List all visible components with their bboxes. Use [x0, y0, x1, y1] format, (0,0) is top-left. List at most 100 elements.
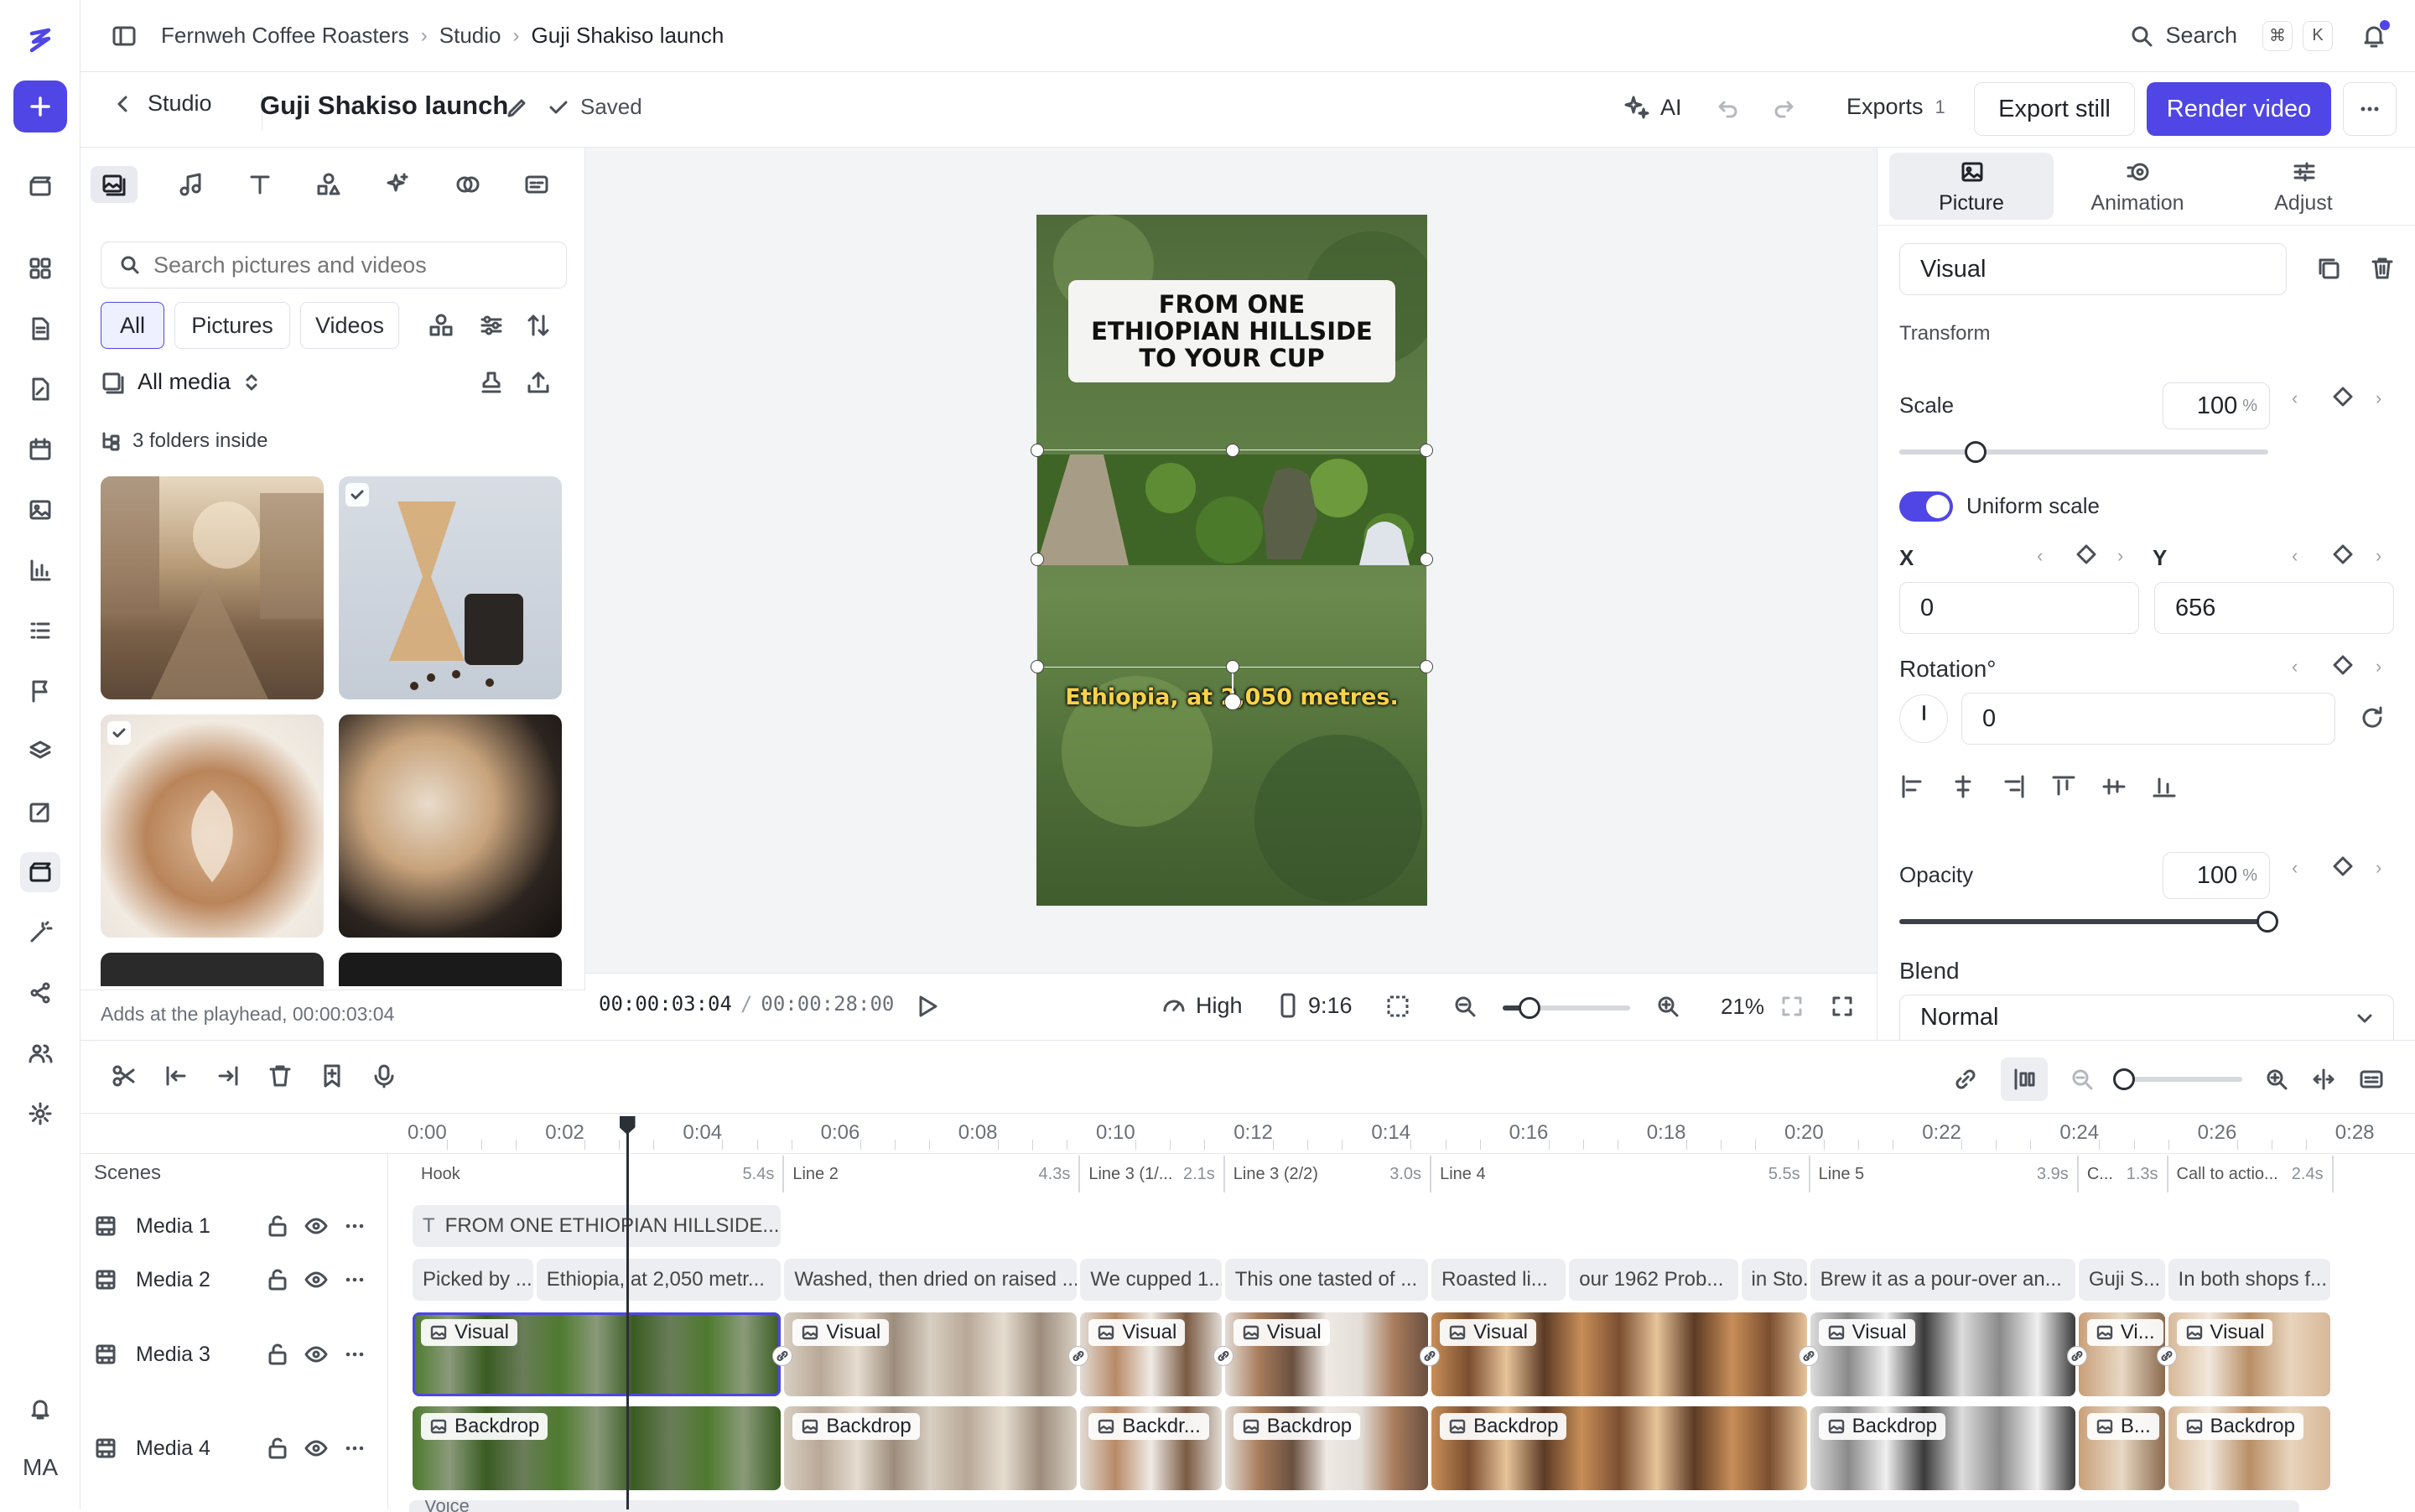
export-still-button[interactable]: Export still — [1974, 82, 2135, 136]
trash-icon[interactable] — [2369, 255, 2396, 282]
more-horizontal-icon[interactable] — [342, 1267, 367, 1292]
y-input[interactable]: 656 — [2154, 582, 2394, 634]
filter-pictures[interactable]: Pictures — [174, 302, 290, 349]
microphone-icon[interactable] — [371, 1063, 397, 1089]
caption-clip[interactable]: This one tasted of ... — [1225, 1259, 1428, 1301]
voice-track-clip[interactable]: Voice — [409, 1500, 2299, 1512]
scale-input[interactable]: 100% — [2163, 382, 2270, 429]
aspect-select[interactable]: 9:16 — [1276, 992, 1353, 1019]
bell-icon[interactable] — [20, 1389, 60, 1429]
visual-clip[interactable]: Visual — [1225, 1312, 1428, 1396]
playhead[interactable] — [626, 1116, 629, 1509]
next-keyframe-icon[interactable]: › — [2376, 387, 2381, 409]
captions-tab-icon[interactable] — [513, 166, 560, 203]
more-options-button[interactable] — [2343, 82, 2397, 136]
backdrop-clip[interactable]: Backdrop — [1431, 1406, 1807, 1490]
safe-area-icon[interactable] — [1385, 994, 1410, 1019]
selected-check-icon[interactable] — [345, 483, 369, 507]
fit-timeline-icon[interactable] — [2311, 1067, 2336, 1092]
eye-icon[interactable] — [304, 1342, 329, 1367]
more-horizontal-icon[interactable] — [342, 1342, 367, 1367]
chart-icon[interactable] — [20, 550, 60, 590]
caption-clip[interactable]: Ethiopia, at 2,050 metr... — [537, 1259, 782, 1301]
next-keyframe-icon[interactable]: › — [2376, 545, 2381, 567]
redo-icon[interactable] — [1771, 96, 1796, 121]
lock-icon[interactable] — [265, 1436, 290, 1461]
backdrop-clip[interactable]: B... — [2079, 1406, 2165, 1490]
link-icon[interactable] — [1952, 1066, 1979, 1093]
media-search-input[interactable] — [153, 252, 539, 278]
zoom-in-icon[interactable] — [1655, 994, 1680, 1019]
transition-icon[interactable] — [2067, 1346, 2087, 1366]
selected-visual-layer[interactable] — [1036, 455, 1427, 565]
scissors-icon[interactable] — [111, 1063, 138, 1089]
shapes-filter-icon[interactable] — [428, 312, 454, 339]
audio-tab-icon[interactable] — [168, 166, 215, 203]
media-thumb-cappuccino[interactable] — [339, 714, 562, 938]
prev-keyframe-icon[interactable]: ‹ — [2037, 545, 2043, 567]
back-to-studio-button[interactable]: Studio — [112, 91, 212, 117]
x-input[interactable]: 0 — [1899, 582, 2139, 634]
media-thumb-street-cafe[interactable] — [101, 476, 324, 699]
opacity-slider[interactable] — [1899, 919, 2268, 924]
caption-clip[interactable]: Roasted li... — [1431, 1259, 1566, 1301]
folders-info[interactable]: 3 folders inside — [101, 429, 267, 453]
more-horizontal-icon[interactable] — [342, 1436, 367, 1461]
effects-tab-icon[interactable] — [374, 166, 421, 203]
render-video-button[interactable]: Render video — [2147, 82, 2331, 136]
align-left-icon[interactable] — [1899, 773, 1926, 800]
transition-icon[interactable] — [1420, 1346, 1440, 1366]
eye-icon[interactable] — [304, 1267, 329, 1292]
scene-segment[interactable]: Line 45.5s — [1431, 1156, 1810, 1192]
notifications-icon[interactable] — [2360, 22, 2388, 50]
delete-clip-icon[interactable] — [267, 1063, 293, 1089]
caption-clip[interactable]: In both shops f... — [2168, 1259, 2330, 1301]
blend-select[interactable]: Normal — [1899, 995, 2394, 1040]
breadcrumb-studio[interactable]: Studio — [439, 23, 501, 49]
scene-segment[interactable]: Line 53.9s — [1810, 1156, 2079, 1192]
scene-segment[interactable]: Line 3 (2/2)3.0s — [1225, 1156, 1431, 1192]
media-tab-icon[interactable] — [91, 166, 138, 203]
caption-clip[interactable]: Brew it as a pour-over an... — [1810, 1259, 2075, 1301]
align-center-h-icon[interactable] — [1950, 773, 1976, 800]
align-top-icon[interactable] — [2050, 773, 2077, 800]
fullscreen-icon[interactable] — [1830, 994, 1855, 1019]
keyframe-diamond-icon[interactable] — [2075, 543, 2097, 565]
transition-icon[interactable] — [1213, 1346, 1233, 1366]
magic-wand-icon[interactable] — [20, 912, 60, 953]
dashboard-icon[interactable] — [20, 248, 60, 288]
stamp-icon[interactable] — [478, 369, 505, 396]
captions-icon[interactable] — [2358, 1066, 2385, 1093]
inspector-tab-animation[interactable]: Animation — [2055, 153, 2220, 220]
zoom-percent[interactable]: 21% — [1721, 994, 1764, 1020]
scene-segment[interactable]: Call to actio...2.4s — [2168, 1156, 2334, 1192]
prev-keyframe-icon[interactable]: ‹ — [2292, 545, 2298, 567]
media-thumb-partial-2[interactable] — [339, 953, 562, 986]
visual-clip[interactable]: Visual — [2168, 1312, 2330, 1396]
next-keyframe-icon[interactable]: › — [2117, 545, 2123, 567]
video-canvas[interactable]: FROM ONE ETHIOPIAN HILLSIDE TO YOUR CUP … — [1036, 215, 1427, 906]
scene-segment[interactable]: Hook5.4s — [413, 1156, 784, 1192]
image-icon[interactable] — [20, 490, 60, 530]
backdrop-clip[interactable]: Backdrop — [1225, 1406, 1428, 1490]
trim-start-icon[interactable] — [163, 1063, 190, 1089]
exports-button[interactable]: Exports 1 — [1846, 94, 1945, 120]
caption-clip[interactable]: in Sto... — [1742, 1259, 1807, 1301]
media-source-select[interactable]: All media — [101, 369, 261, 395]
inspector-tab-picture[interactable]: Picture — [1889, 153, 2054, 220]
keyframe-diamond-icon[interactable] — [2332, 386, 2354, 408]
transition-icon[interactable] — [2157, 1346, 2177, 1366]
keyframe-diamond-icon[interactable] — [2332, 654, 2354, 676]
inspector-tab-adjust[interactable]: Adjust — [2221, 153, 2386, 220]
create-button[interactable] — [13, 81, 67, 132]
rotation-dial[interactable] — [1899, 694, 1948, 743]
clapper-icon[interactable] — [20, 166, 60, 206]
prev-keyframe-icon[interactable]: ‹ — [2292, 656, 2298, 678]
scale-slider[interactable] — [1899, 449, 2268, 455]
shapes-tab-icon[interactable] — [305, 166, 352, 203]
sidebar-toggle-icon[interactable] — [111, 23, 138, 49]
keyframe-diamond-icon[interactable] — [2332, 543, 2354, 565]
visual-clip[interactable]: Visual — [1080, 1312, 1221, 1396]
visual-clip[interactable]: Visual — [1431, 1312, 1807, 1396]
visual-clip[interactable]: Visual — [1810, 1312, 2075, 1396]
